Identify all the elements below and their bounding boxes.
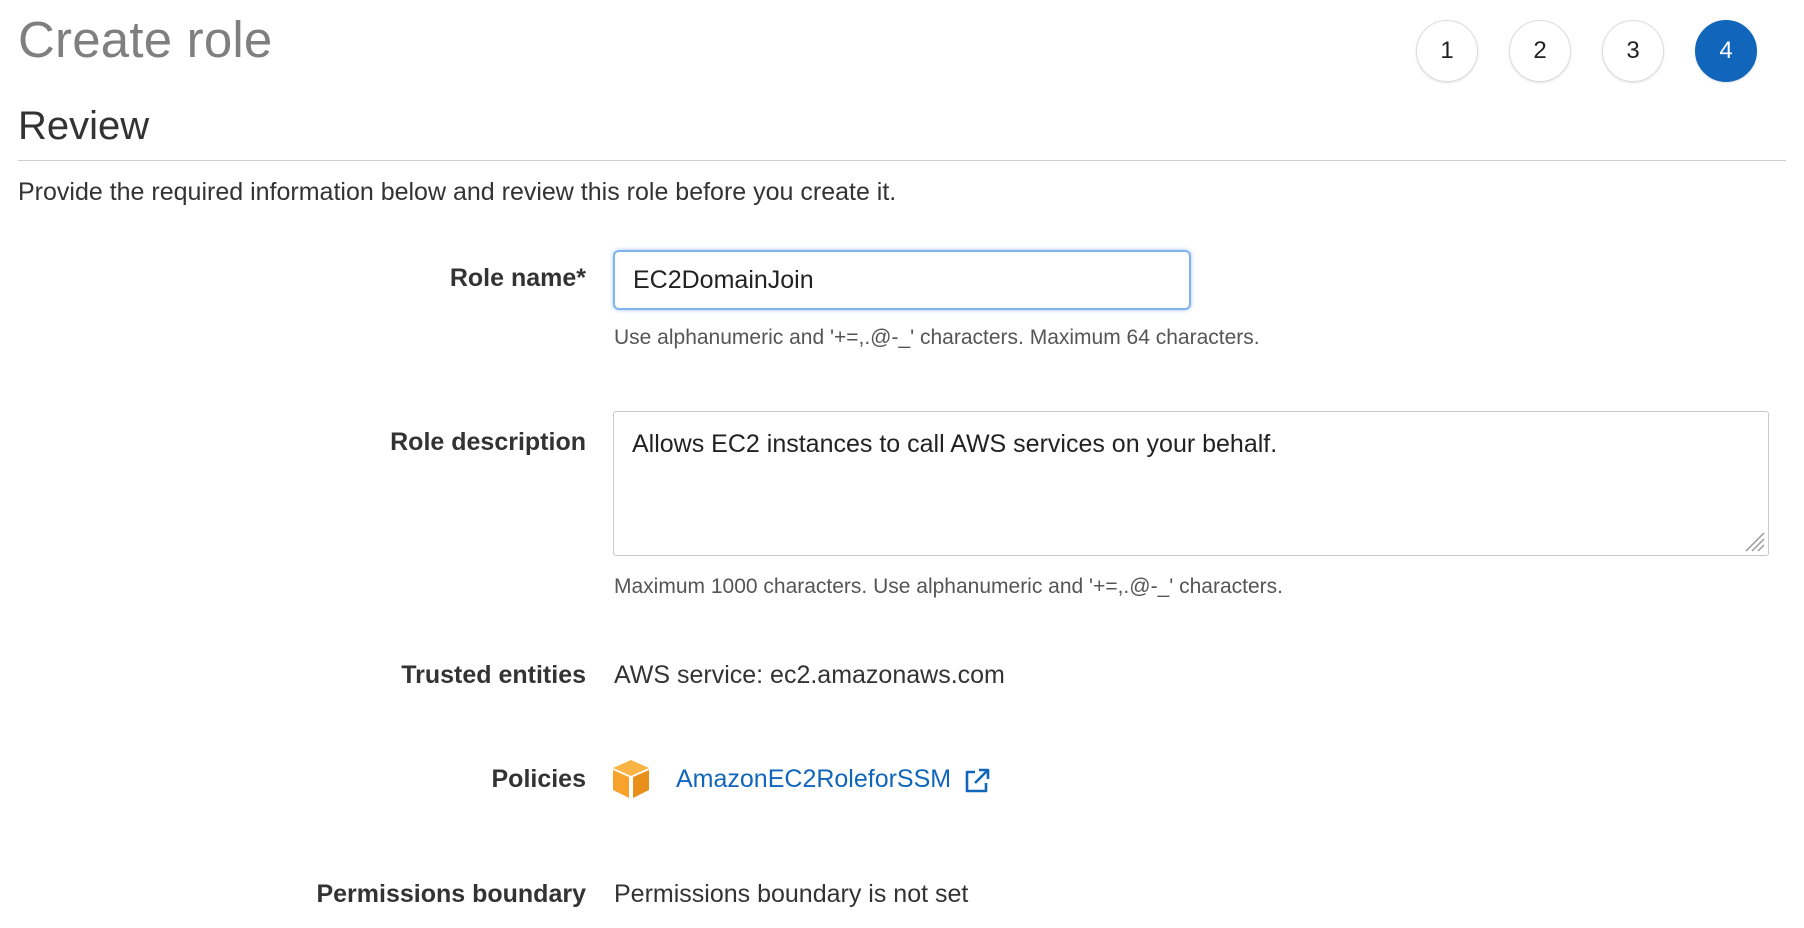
section-divider bbox=[18, 160, 1786, 161]
step-1-button[interactable]: 1 bbox=[1416, 20, 1478, 82]
role-description-textarea[interactable]: Allows EC2 instances to call AWS service… bbox=[613, 411, 1769, 556]
trusted-entities-value: AWS service: ec2.amazonaws.com bbox=[614, 661, 1005, 689]
permissions-boundary-label: Permissions boundary bbox=[316, 880, 586, 908]
intro-text: Provide the required information below a… bbox=[18, 178, 897, 206]
role-name-input[interactable] bbox=[613, 250, 1191, 310]
permissions-boundary-value: Permissions boundary is not set bbox=[614, 880, 969, 908]
step-3-button[interactable]: 3 bbox=[1602, 20, 1664, 82]
step-4-button[interactable]: 4 bbox=[1695, 20, 1757, 82]
trusted-entities-label: Trusted entities bbox=[401, 661, 586, 689]
resize-grip-icon[interactable] bbox=[1743, 530, 1765, 552]
external-link-icon[interactable] bbox=[962, 766, 992, 796]
role-name-hint: Use alphanumeric and '+=,.@-_' character… bbox=[614, 326, 1260, 349]
step-2-button[interactable]: 2 bbox=[1509, 20, 1571, 82]
role-description-hint: Maximum 1000 characters. Use alphanumeri… bbox=[614, 575, 1283, 598]
section-title: Review bbox=[18, 104, 150, 148]
policy-link-amazonec2roleforssm[interactable]: AmazonEC2RoleforSSM bbox=[676, 765, 951, 794]
role-name-label: Role name* bbox=[449, 264, 586, 292]
policy-box-icon bbox=[613, 760, 649, 798]
wizard-steps: 1 2 3 4 bbox=[1416, 20, 1757, 82]
create-role-page: Create role 1 2 3 4 Review Provide the r… bbox=[0, 0, 1804, 928]
role-description-label: Role description bbox=[390, 428, 586, 456]
policies-label: Policies bbox=[491, 765, 587, 793]
page-title: Create role bbox=[18, 11, 273, 68]
